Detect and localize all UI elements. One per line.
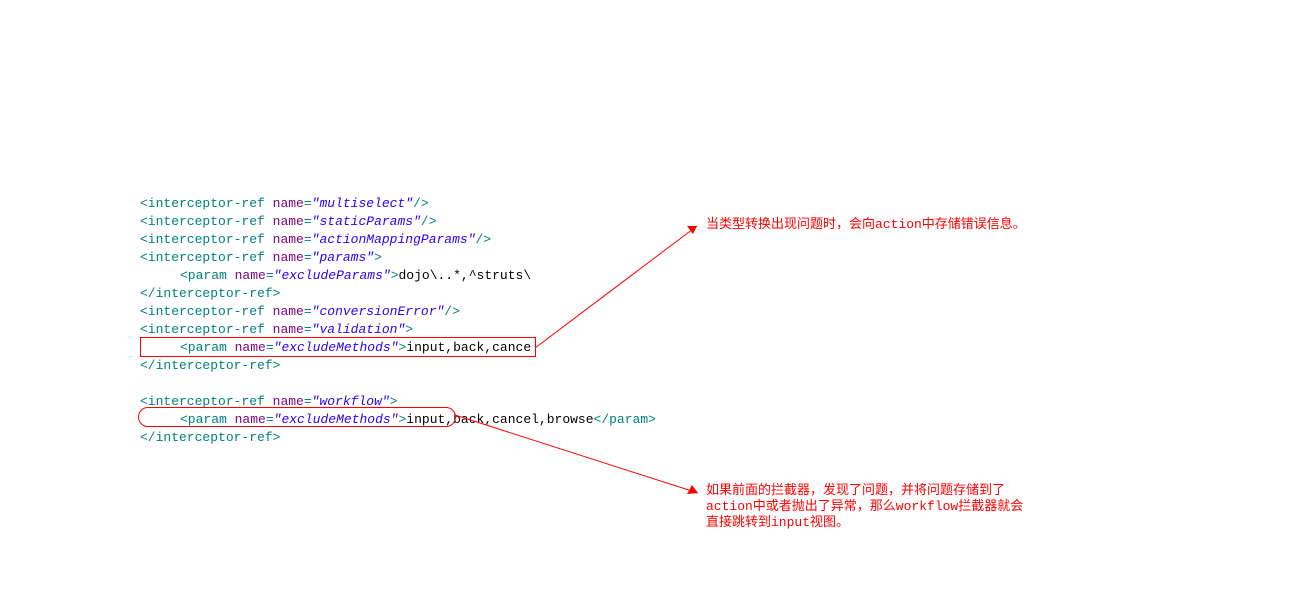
annotation-conversion-error: 当类型转换出现问题时，会向action中存储错误信息。	[706, 217, 1026, 233]
code-line: </interceptor-ref>	[140, 285, 656, 303]
code-line: <interceptor-ref name="staticParams"/>	[140, 213, 656, 231]
code-line: <interceptor-ref name="params">	[140, 249, 656, 267]
xml-code-block: <interceptor-ref name="multiselect"/><in…	[140, 195, 656, 447]
annotation-workflow: 如果前面的拦截器，发现了问题，并将问题存储到了 action中或者抛出了异常，那…	[706, 483, 1023, 531]
code-line: </interceptor-ref>	[140, 357, 656, 375]
code-line: <interceptor-ref name="actionMappingPara…	[140, 231, 656, 249]
code-line: <interceptor-ref name="validation">	[140, 321, 656, 339]
blank-line	[140, 375, 656, 393]
code-line: </interceptor-ref>	[140, 429, 656, 447]
code-line: <param name="excludeMethods">input,back,…	[140, 339, 656, 357]
code-line: <interceptor-ref name="multiselect"/>	[140, 195, 656, 213]
code-line: <param name="excludeParams">dojo\..*,^st…	[140, 267, 656, 285]
code-line: <param name="excludeMethods">input,back,…	[140, 411, 656, 429]
code-line: <interceptor-ref name="conversionError"/…	[140, 303, 656, 321]
code-line: <interceptor-ref name="workflow">	[140, 393, 656, 411]
